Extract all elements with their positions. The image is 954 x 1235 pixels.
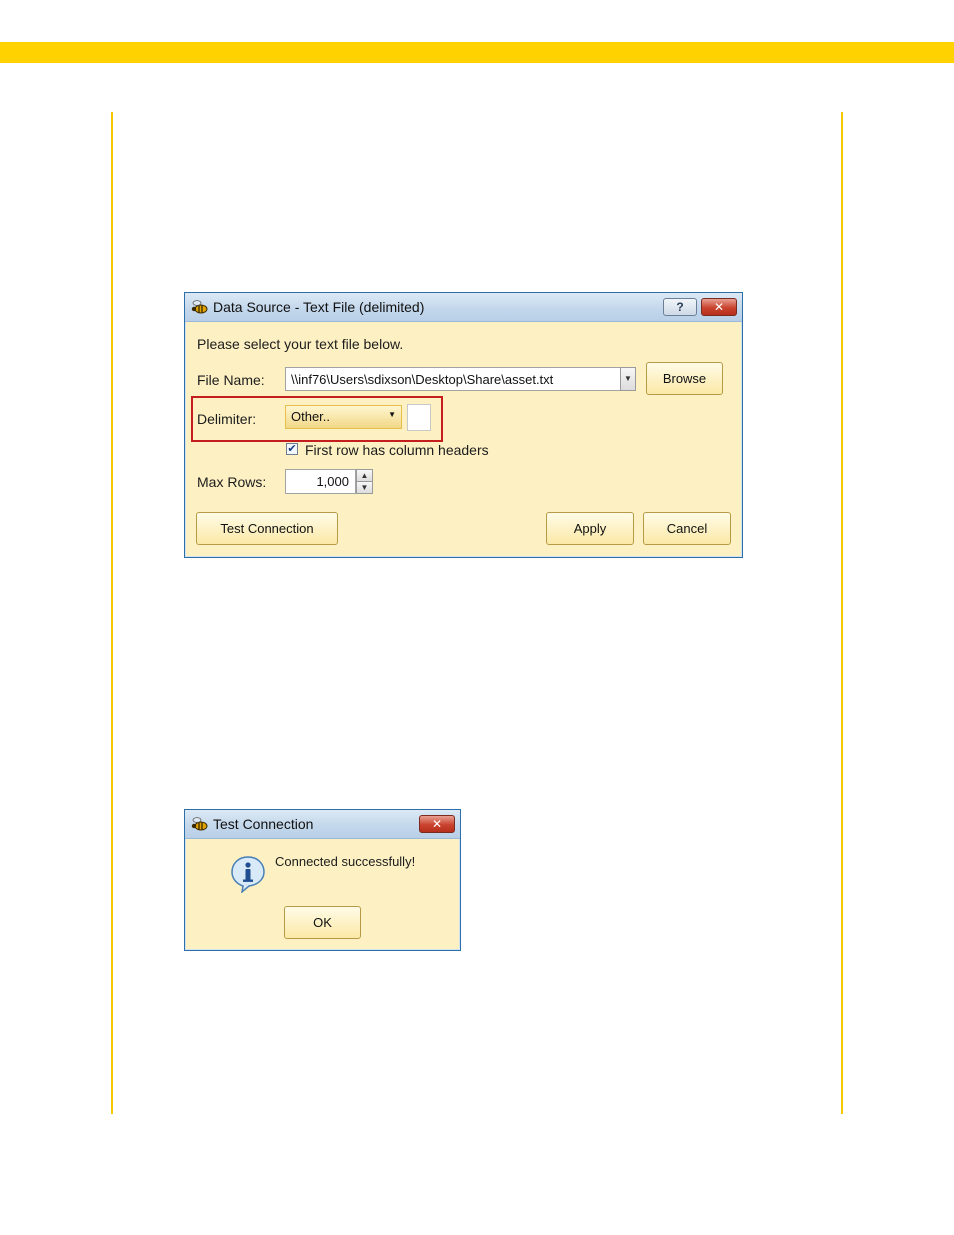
apply-button[interactable]: Apply [546,512,634,545]
delimiter-label: Delimiter: [197,411,257,427]
max-rows-label: Max Rows: [197,474,267,490]
max-rows-value: 1,000 [316,474,349,489]
test-connection-dialog: Test Connection ✕ Connected successfully… [184,809,461,951]
ok-button[interactable]: OK [284,906,361,939]
test-connection-title: Test Connection [213,816,314,832]
data-source-title: Data Source - Text File (delimited) [213,299,425,315]
app-bee-icon [191,300,208,314]
max-rows-down-button[interactable]: ▼ [356,481,373,494]
test-connection-button[interactable]: Test Connection [196,512,338,545]
left-margin-rule [111,112,113,1114]
first-row-headers-checkbox[interactable]: ✔ [286,443,298,455]
chevron-down-icon: ▼ [388,410,396,419]
file-name-combo[interactable]: \\inf76\Users\sdixson\Desktop\Share\asse… [285,367,621,391]
header-accent-bar [0,42,954,63]
connected-message: Connected successfully! [275,854,416,869]
delimiter-value: Other.. [291,409,331,424]
check-icon: ✔ [287,443,297,455]
cancel-button[interactable]: Cancel [643,512,731,545]
file-name-dropdown-arrow[interactable]: ▼ [620,367,636,391]
help-button[interactable]: ? [663,298,697,316]
data-source-titlebar[interactable]: Data Source - Text File (delimited) ? ✕ [185,293,742,322]
app-bee-icon [191,817,208,831]
browse-button[interactable]: Browse [646,362,723,395]
file-name-label: File Name: [197,372,265,388]
data-source-dialog: Data Source - Text File (delimited) ? ✕ … [184,292,743,558]
test-connection-titlebar[interactable]: Test Connection ✕ [185,810,460,839]
info-icon [231,856,265,893]
first-row-headers-label[interactable]: First row has column headers [305,442,489,458]
close-button[interactable]: ✕ [419,815,455,833]
close-button[interactable]: ✕ [701,298,737,316]
max-rows-input[interactable]: 1,000 [285,469,356,494]
custom-delimiter-input[interactable] [407,404,431,431]
instruction-text: Please select your text file below. [197,336,404,352]
delimiter-select[interactable]: Other.. ▼ [285,405,402,429]
right-margin-rule [841,112,843,1114]
file-name-value: \\inf76\Users\sdixson\Desktop\Share\asse… [291,372,554,387]
